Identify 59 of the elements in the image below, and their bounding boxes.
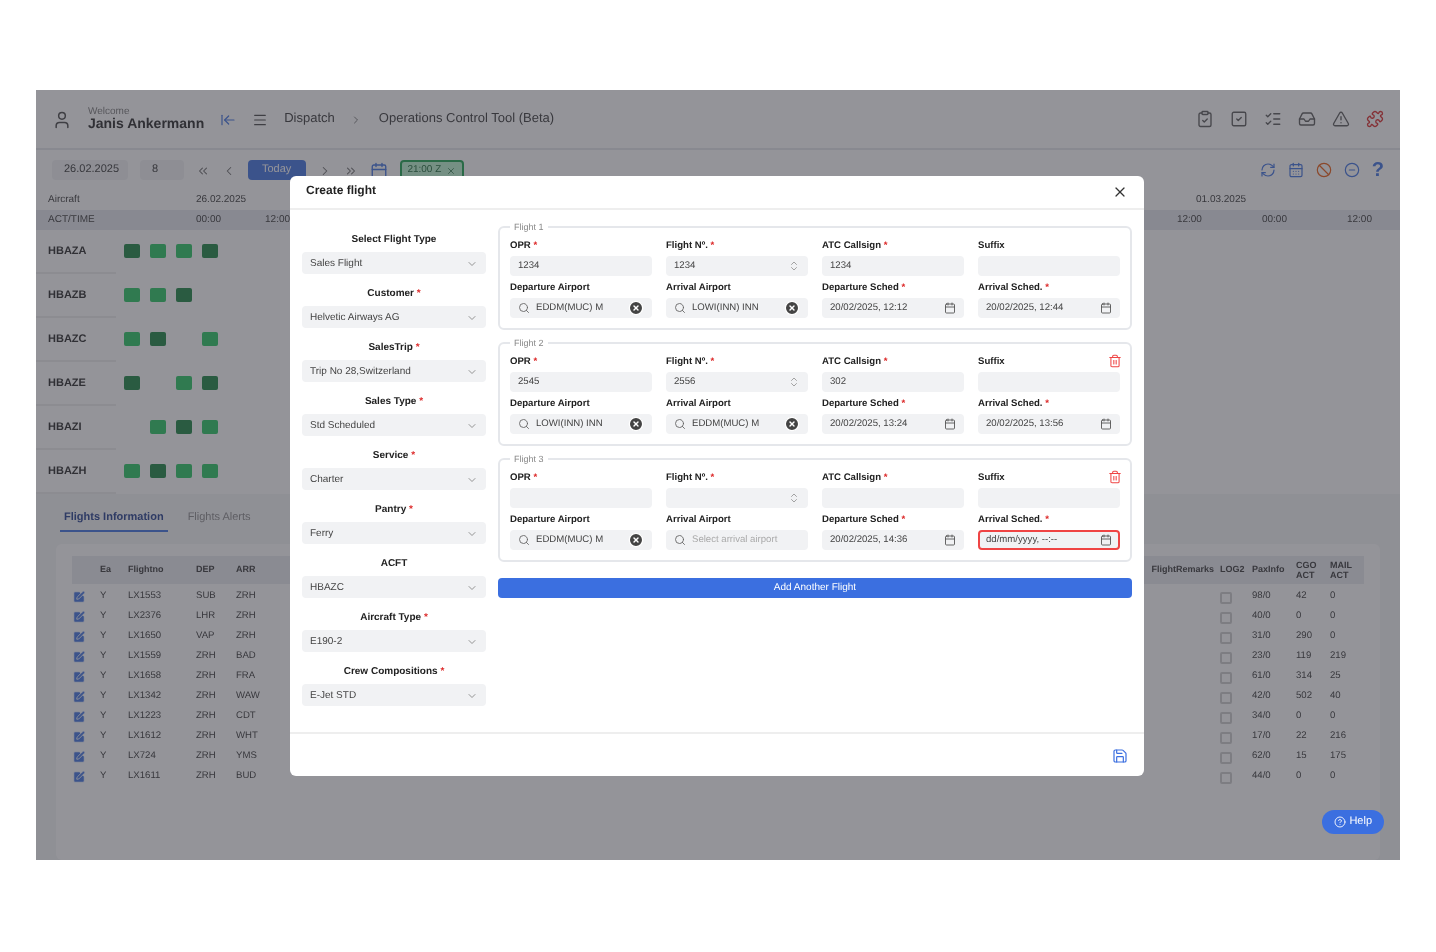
search-icon bbox=[518, 302, 530, 314]
chevron-down-icon bbox=[466, 581, 478, 593]
edit-icon[interactable] bbox=[72, 730, 86, 744]
edit-icon[interactable] bbox=[72, 670, 86, 684]
calendar-icon[interactable] bbox=[1100, 534, 1112, 546]
delete-icon[interactable] bbox=[1108, 470, 1122, 484]
edit-icon[interactable] bbox=[72, 630, 86, 644]
edit-icon[interactable] bbox=[72, 690, 86, 704]
chevron-down-icon bbox=[466, 419, 478, 431]
calendar-icon[interactable] bbox=[944, 302, 956, 314]
calendar-icon[interactable] bbox=[1100, 418, 1112, 430]
collapse-icon[interactable] bbox=[220, 111, 237, 127]
edit-icon[interactable] bbox=[72, 590, 86, 604]
puzzle-icon[interactable] bbox=[1366, 110, 1384, 128]
chevron-down-icon bbox=[466, 473, 478, 485]
user-icon[interactable] bbox=[52, 109, 72, 129]
calendar-icon[interactable] bbox=[944, 534, 956, 546]
clear-icon[interactable] bbox=[628, 416, 644, 432]
edit-icon[interactable] bbox=[72, 750, 86, 764]
chevron-down-icon bbox=[466, 527, 478, 539]
calendar-icon[interactable] bbox=[1100, 302, 1112, 314]
help-icon bbox=[1333, 816, 1346, 828]
edit-icon[interactable] bbox=[72, 610, 86, 624]
close-icon[interactable] bbox=[1112, 184, 1128, 200]
search-icon bbox=[518, 534, 530, 546]
save-icon[interactable] bbox=[1112, 747, 1128, 763]
checkbox-icon[interactable] bbox=[1230, 110, 1248, 128]
edit-icon[interactable] bbox=[72, 650, 86, 664]
delete-icon[interactable] bbox=[1108, 354, 1122, 368]
first-page-icon[interactable] bbox=[196, 163, 210, 177]
clear-icon[interactable] bbox=[628, 300, 644, 316]
number-field[interactable] bbox=[666, 488, 808, 508]
last-page-icon[interactable] bbox=[343, 163, 358, 177]
chevron-down-icon bbox=[466, 311, 478, 323]
chevron-down-icon bbox=[466, 257, 478, 269]
search-icon bbox=[518, 418, 530, 430]
clear-icon[interactable] bbox=[784, 300, 800, 316]
clear-icon[interactable] bbox=[784, 416, 800, 432]
search-icon bbox=[674, 534, 686, 546]
checklist-icon[interactable] bbox=[1264, 110, 1282, 128]
ban-icon[interactable] bbox=[1315, 162, 1332, 178]
chevron-down-icon bbox=[466, 365, 478, 377]
refresh-icon[interactable] bbox=[1259, 162, 1276, 178]
chevron-down-icon bbox=[466, 635, 478, 647]
calendar-icon[interactable] bbox=[944, 418, 956, 430]
minus-circle-icon[interactable] bbox=[1343, 162, 1360, 178]
next-icon[interactable] bbox=[317, 163, 332, 177]
chevron-down-icon bbox=[466, 689, 478, 701]
warning-icon[interactable] bbox=[1332, 110, 1350, 128]
clipboard-icon[interactable] bbox=[1196, 110, 1214, 128]
clear-icon[interactable] bbox=[628, 532, 644, 548]
inbox-icon[interactable] bbox=[1298, 110, 1316, 128]
search-icon bbox=[674, 302, 686, 314]
edit-icon[interactable] bbox=[72, 770, 86, 784]
previous-icon[interactable] bbox=[222, 163, 236, 177]
menu-icon[interactable] bbox=[252, 111, 269, 127]
chevron-right-icon bbox=[350, 113, 363, 125]
edit-icon[interactable] bbox=[72, 710, 86, 724]
search-icon bbox=[674, 418, 686, 430]
